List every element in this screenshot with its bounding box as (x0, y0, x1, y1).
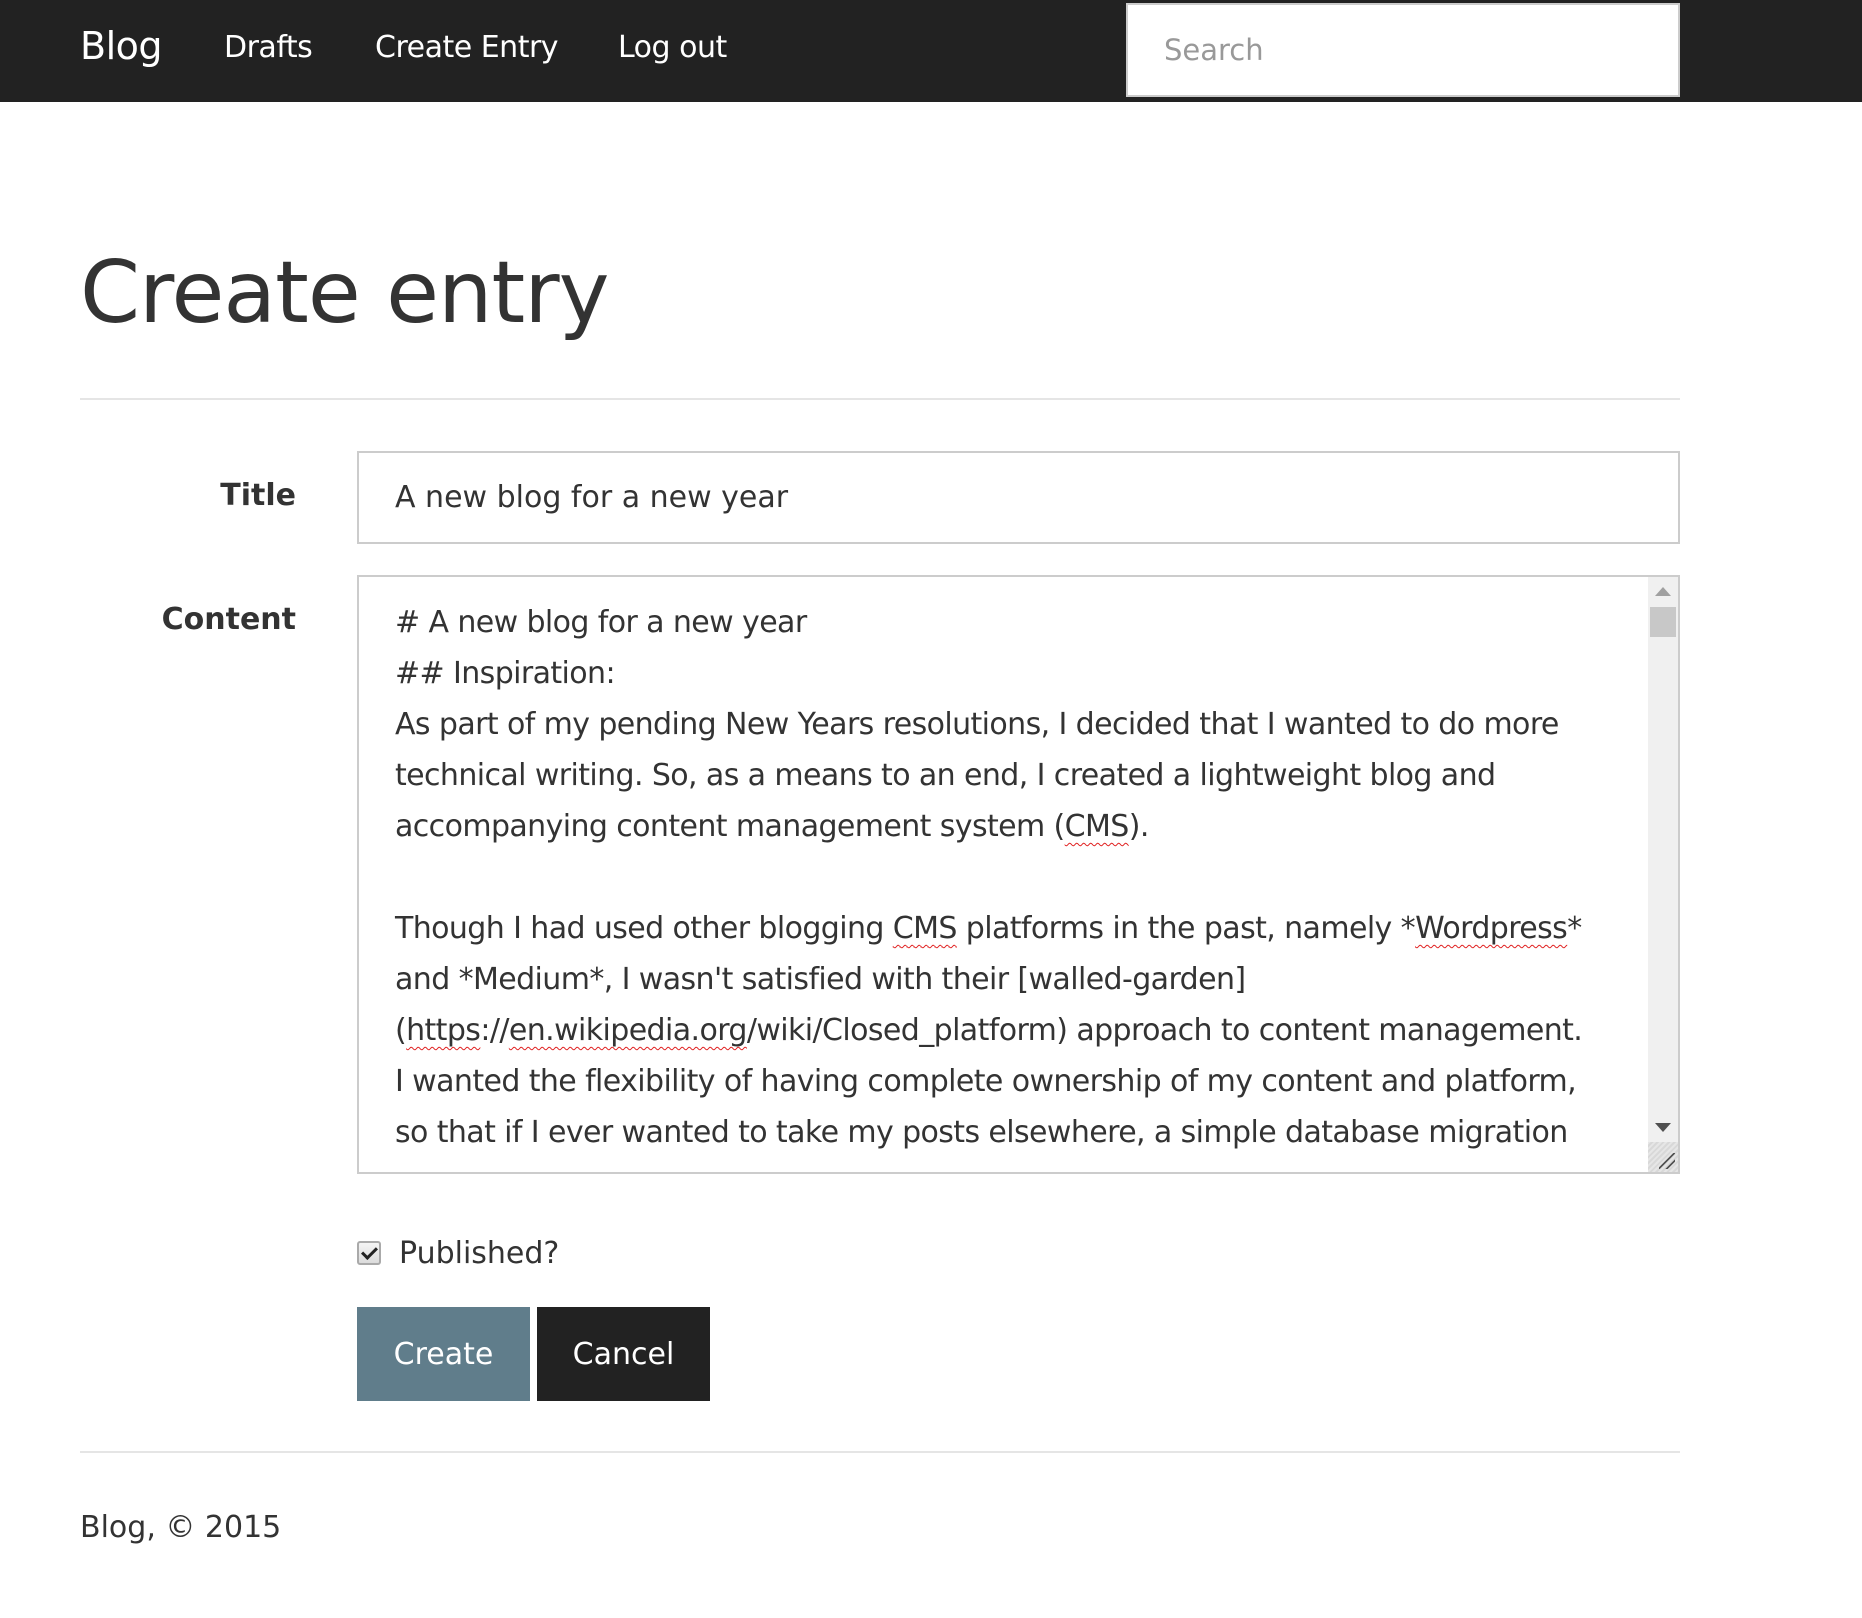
search-input[interactable] (1126, 3, 1680, 97)
title-label: Title (220, 478, 296, 513)
content-line: # A new blog for a new year (395, 605, 807, 640)
footer-divider (80, 1451, 1680, 1453)
content-text[interactable]: # A new blog for a new year ## Inspiratio… (395, 597, 1640, 1158)
navbar: Blog Drafts Create Entry Log out (0, 0, 1862, 102)
scroll-thumb[interactable] (1650, 607, 1676, 637)
spellcheck-word[interactable]: en.wikipedia.org (509, 1013, 748, 1048)
nav-link-create-entry[interactable]: Create Entry (375, 30, 559, 65)
content-line (395, 852, 1640, 903)
create-button[interactable]: Create (357, 1307, 530, 1401)
spellcheck-word[interactable]: https (406, 1013, 481, 1048)
brand-link[interactable]: Blog (80, 24, 163, 68)
footer-copyright: Blog, © 2015 (80, 1510, 282, 1545)
content-line: and *Medium*, I wasn't satisfied with th… (395, 962, 1246, 997)
spellcheck-word[interactable]: CMS (893, 911, 958, 946)
content-line: accompanying content management system (… (395, 809, 1149, 844)
content-line: (https://en.wikipedia.org/wiki/Closed_pl… (395, 1013, 1583, 1048)
nav-link-log-out[interactable]: Log out (618, 30, 727, 65)
page-title: Create entry (80, 243, 609, 343)
content-line: technical writing. So, as a means to an … (395, 758, 1496, 793)
published-checkbox[interactable] (357, 1241, 381, 1265)
cancel-button[interactable]: Cancel (537, 1307, 710, 1401)
content-line: Though I had used other blogging CMS pla… (395, 911, 1582, 946)
content-line: ## Inspiration: (395, 656, 616, 691)
published-row: Published? (357, 1233, 559, 1273)
spellcheck-word[interactable]: CMS (1065, 809, 1130, 844)
content-textarea[interactable]: # A new blog for a new year ## Inspiratio… (357, 575, 1680, 1174)
scroll-up-arrow-icon[interactable] (1655, 587, 1671, 596)
header-divider (80, 398, 1680, 400)
content-line: I wanted the flexibility of having compl… (395, 1064, 1577, 1099)
nav-link-drafts[interactable]: Drafts (224, 30, 313, 65)
content-label: Content (161, 602, 296, 637)
spellcheck-word[interactable]: Wordpress (1415, 911, 1568, 946)
scroll-down-arrow-icon[interactable] (1655, 1123, 1671, 1132)
published-label[interactable]: Published? (399, 1236, 559, 1271)
content-scrollbar[interactable] (1648, 577, 1678, 1172)
content-line: As part of my pending New Years resoluti… (395, 707, 1559, 742)
content-line: so that if I ever wanted to take my post… (395, 1115, 1568, 1150)
title-input[interactable] (357, 451, 1680, 544)
resize-grip-icon[interactable] (1648, 1142, 1678, 1172)
